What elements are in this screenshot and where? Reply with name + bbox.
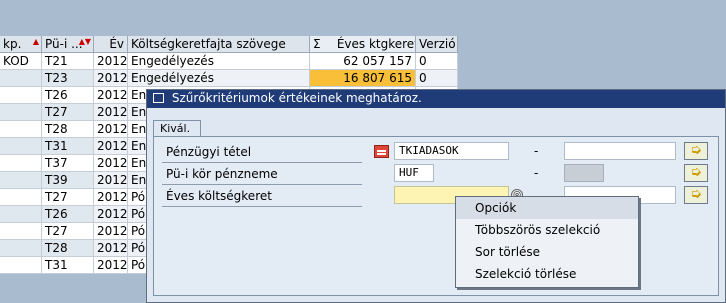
menu-item-szelekcio-torlese[interactable]: Szelekció törlése bbox=[456, 263, 638, 285]
multiple-selection-arrow-icon[interactable]: ➭ bbox=[684, 164, 708, 182]
table-cell-kp[interactable] bbox=[0, 155, 42, 172]
menu-item-opciok[interactable]: Opciók bbox=[456, 197, 638, 219]
table-cell-kp[interactable] bbox=[0, 223, 42, 240]
table-cell-kp[interactable] bbox=[0, 257, 42, 274]
table-cell-pu[interactable]: T28 bbox=[42, 121, 94, 138]
sort-icon: ▲▼ bbox=[78, 37, 91, 46]
table-cell-ev[interactable]: 2012 bbox=[94, 189, 128, 206]
field-label-eves-koltsegkeret: Éves költségkeret bbox=[166, 189, 272, 203]
penznem-from-field[interactable]: HUF bbox=[394, 164, 434, 182]
window-icon bbox=[153, 93, 164, 103]
column-header-ev[interactable]: Év bbox=[94, 36, 128, 53]
table-cell-ev[interactable]: 2012 bbox=[94, 172, 128, 189]
table-cell-kp[interactable] bbox=[0, 138, 42, 155]
context-menu: Opciók Többszörös szelekció Sor törlése … bbox=[455, 196, 639, 288]
table-cell-ev[interactable]: 2012 bbox=[94, 155, 128, 172]
table-cell-amount[interactable]: 16 807 615 bbox=[310, 70, 416, 87]
table-cell-kp[interactable] bbox=[0, 206, 42, 223]
filter-criteria-dialog: Szűrőkritériumok értékeinek meghatároz. … bbox=[146, 89, 726, 303]
table-cell-text[interactable]: Engedélyezés bbox=[128, 53, 310, 70]
table-cell-kp[interactable]: KOD bbox=[0, 53, 42, 70]
table-cell-pu[interactable]: T26 bbox=[42, 87, 94, 104]
table-cell-ev[interactable]: 2012 bbox=[94, 257, 128, 274]
column-header-label: kp. bbox=[3, 37, 22, 51]
table-cell-ev[interactable]: 2012 bbox=[94, 223, 128, 240]
table-cell-pu[interactable]: T27 bbox=[42, 223, 94, 240]
column-header-label: Verzió bbox=[419, 37, 456, 51]
dialog-title-bar[interactable]: Szűrőkritériumok értékeinek meghatároz. bbox=[147, 90, 725, 108]
table-cell-pu[interactable]: T21 bbox=[42, 53, 94, 70]
multiple-selection-arrow-icon[interactable]: ➭ bbox=[684, 186, 708, 204]
table-cell-ver[interactable]: 0 bbox=[416, 70, 458, 87]
field-label-penzugyi-tetel: Pénzügyi tétel bbox=[166, 145, 252, 159]
range-separator: - bbox=[534, 144, 539, 158]
select-option-icon[interactable] bbox=[374, 145, 389, 158]
column-header-label: Költségkeretfajta szövege bbox=[131, 37, 286, 51]
table-cell-kp[interactable] bbox=[0, 87, 42, 104]
dialog-title: Szűrőkritériumok értékeinek meghatároz. bbox=[171, 91, 422, 105]
table-cell-amount[interactable]: 62 057 157 bbox=[310, 53, 416, 70]
column-header-pu[interactable]: Pü-i ... ▲▼ bbox=[42, 36, 94, 53]
table-cell-ev[interactable]: 2012 bbox=[94, 87, 128, 104]
column-header-eves[interactable]: Σ Éves ktgkeret bbox=[310, 36, 416, 53]
tabstrip: Kivál. bbox=[153, 120, 202, 137]
sum-icon: Σ bbox=[313, 37, 321, 51]
penzugyi-tetel-to-field[interactable] bbox=[564, 142, 676, 160]
table-cell-ev[interactable]: 2012 bbox=[94, 240, 128, 257]
label-underline bbox=[162, 184, 362, 185]
column-header-label: Pü-i ... bbox=[45, 37, 83, 51]
menu-item-tobbszoros-szelekcio[interactable]: Többszörös szelekció bbox=[456, 219, 638, 241]
table-cell-kp[interactable] bbox=[0, 240, 42, 257]
column-header-label: Év bbox=[109, 37, 124, 51]
table-cell-pu[interactable]: T28 bbox=[42, 240, 94, 257]
table-cell-kp[interactable] bbox=[0, 172, 42, 189]
penzugyi-tetel-from-field[interactable]: TKIADASOK bbox=[394, 142, 509, 160]
column-header-koltseg[interactable]: Költségkeretfajta szövege bbox=[128, 36, 310, 53]
table-cell-ver[interactable]: 0 bbox=[416, 53, 458, 70]
table-cell-kp[interactable] bbox=[0, 189, 42, 206]
table-cell-pu[interactable]: T26 bbox=[42, 206, 94, 223]
table-cell-pu[interactable]: T31 bbox=[42, 138, 94, 155]
field-label-penznem: Pü-i kör pénzneme bbox=[166, 167, 278, 181]
table-cell-pu[interactable]: T39 bbox=[42, 172, 94, 189]
table-cell-pu[interactable]: T27 bbox=[42, 104, 94, 121]
table-cell-pu[interactable]: T23 bbox=[42, 70, 94, 87]
table-cell-text[interactable]: Engedélyezés bbox=[128, 70, 310, 87]
table-cell-pu[interactable]: T27 bbox=[42, 189, 94, 206]
table-cell-kp[interactable] bbox=[0, 70, 42, 87]
table-cell-kp[interactable] bbox=[0, 104, 42, 121]
table-cell-pu[interactable]: T37 bbox=[42, 155, 94, 172]
range-separator: - bbox=[534, 166, 539, 180]
table-cell-ev[interactable]: 2012 bbox=[94, 53, 128, 70]
column-header-label: Éves ktgkeret bbox=[336, 37, 416, 51]
column-header-verzio[interactable]: Verzió bbox=[416, 36, 458, 53]
label-underline bbox=[162, 206, 362, 207]
table-cell-ev[interactable]: 2012 bbox=[94, 121, 128, 138]
label-underline bbox=[162, 162, 362, 163]
menu-item-sor-torlese[interactable]: Sor törlése bbox=[456, 241, 638, 263]
table-cell-pu[interactable]: T31 bbox=[42, 257, 94, 274]
table-cell-ev[interactable]: 2012 bbox=[94, 206, 128, 223]
sort-icon: ▲ bbox=[32, 37, 39, 46]
column-header-kp[interactable]: kp. ▲ bbox=[0, 36, 42, 53]
multiple-selection-arrow-icon[interactable]: ➭ bbox=[684, 142, 708, 160]
table-cell-ev[interactable]: 2012 bbox=[94, 104, 128, 121]
tab-kival[interactable]: Kivál. bbox=[153, 120, 202, 137]
table-cell-ev[interactable]: 2012 bbox=[94, 138, 128, 155]
penznem-to-field bbox=[564, 164, 604, 182]
table-cell-kp[interactable] bbox=[0, 121, 42, 138]
table-cell-ev[interactable]: 2012 bbox=[94, 70, 128, 87]
